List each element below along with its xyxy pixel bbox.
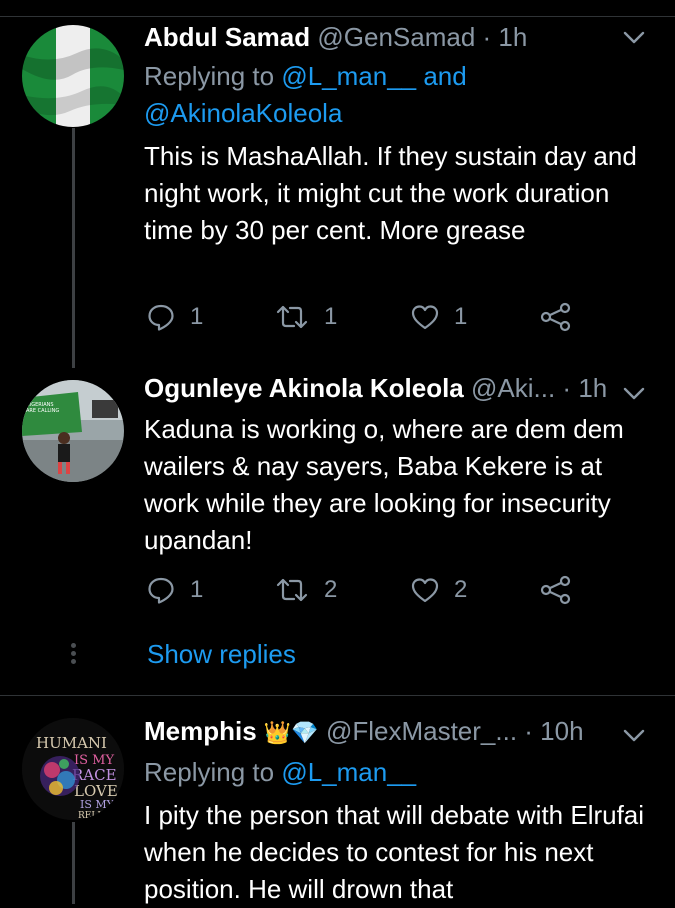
reply-count: 1 xyxy=(190,576,204,603)
avatar[interactable] xyxy=(22,25,124,127)
separator: · xyxy=(517,716,541,746)
tweet-actions: 1 1 1 xyxy=(144,302,584,342)
separator: · xyxy=(475,22,499,52)
retweet-count: 2 xyxy=(324,576,338,603)
tweet-text: Kaduna is working o, where are dem dem w… xyxy=(144,414,624,555)
reply-icon xyxy=(148,304,174,331)
timestamp[interactable]: 1h xyxy=(498,22,527,52)
retweet-icon xyxy=(276,578,308,602)
chevron-down-icon[interactable] xyxy=(621,722,647,753)
share-icon xyxy=(540,575,571,605)
like-button[interactable]: 2 xyxy=(410,575,467,605)
share-icon xyxy=(540,302,571,332)
chevron-down-icon[interactable] xyxy=(621,380,647,411)
tweet-actions: 1 2 2 xyxy=(144,575,584,615)
replying-to: Replying to @L_man__ xyxy=(144,754,649,791)
author-handle[interactable]: @GenSamad xyxy=(317,22,475,52)
top-divider xyxy=(0,0,675,17)
reply-icon xyxy=(148,577,174,604)
svg-text:IS MY: IS MY xyxy=(80,798,115,811)
replying-to: Replying to @L_man__ and @AkinolaKoleola xyxy=(144,58,649,132)
timestamp[interactable]: 1h xyxy=(578,373,607,403)
mention-and: and xyxy=(416,61,467,91)
share-button[interactable] xyxy=(540,302,572,332)
replying-prefix: Replying to xyxy=(144,61,282,91)
avatar[interactable]: NIGERIANS ARE CALLING xyxy=(22,380,124,482)
tweet-divider xyxy=(0,695,675,696)
like-button[interactable]: 1 xyxy=(410,302,467,332)
tweet-text: This is MashaAllah. If they sustain day … xyxy=(144,141,637,245)
svg-text:ARE CALLING: ARE CALLING xyxy=(26,408,59,414)
share-button[interactable] xyxy=(540,575,572,605)
tweet-text: I pity the person that will debate with … xyxy=(144,800,645,904)
retweet-button[interactable]: 2 xyxy=(274,575,337,605)
reply-button[interactable]: 1 xyxy=(146,302,203,332)
tweet-header: Abdul Samad @GenSamad · 1h xyxy=(144,22,651,62)
timestamp[interactable]: 10h xyxy=(540,716,583,746)
show-replies-link[interactable]: Show replies xyxy=(147,639,296,670)
thread-line xyxy=(72,822,75,904)
author-name[interactable]: Memphis xyxy=(144,716,257,746)
like-count: 1 xyxy=(454,303,468,330)
retweet-count: 1 xyxy=(324,303,338,330)
author-handle[interactable]: @Aki... xyxy=(471,373,555,403)
mention-link[interactable]: @AkinolaKoleola xyxy=(144,98,342,128)
svg-text:RELIG: RELIG xyxy=(78,811,108,820)
chevron-down-icon[interactable] xyxy=(621,24,647,55)
like-icon xyxy=(411,578,439,603)
separator: · xyxy=(555,373,579,403)
author-name[interactable]: Ogunleye Akinola Koleola xyxy=(144,373,464,403)
retweet-icon xyxy=(276,305,308,329)
like-count: 2 xyxy=(454,576,468,603)
thread-line xyxy=(72,128,75,368)
retweet-button[interactable]: 1 xyxy=(274,302,337,332)
avatar[interactable]: HUMANI IS MY RACE LOVE IS MY RELIG xyxy=(22,718,124,820)
tweet-header: Memphis 👑💎 @FlexMaster_... · 10h xyxy=(144,716,651,756)
like-icon xyxy=(411,305,439,330)
author-handle[interactable]: @FlexMaster_... xyxy=(326,716,517,746)
author-name[interactable]: Abdul Samad xyxy=(144,22,310,52)
thread-dots xyxy=(70,640,77,667)
replying-prefix: Replying to xyxy=(144,757,282,787)
svg-text:HUMANI: HUMANI xyxy=(36,734,107,752)
tweet-header: Ogunleye Akinola Koleola @Aki... · 1h xyxy=(144,373,651,413)
mention-link[interactable]: @L_man__ xyxy=(281,61,416,91)
reply-button[interactable]: 1 xyxy=(146,575,203,605)
mention-link[interactable]: @L_man__ xyxy=(281,757,416,787)
name-emoji: 👑💎 xyxy=(263,720,319,745)
reply-count: 1 xyxy=(190,303,204,330)
